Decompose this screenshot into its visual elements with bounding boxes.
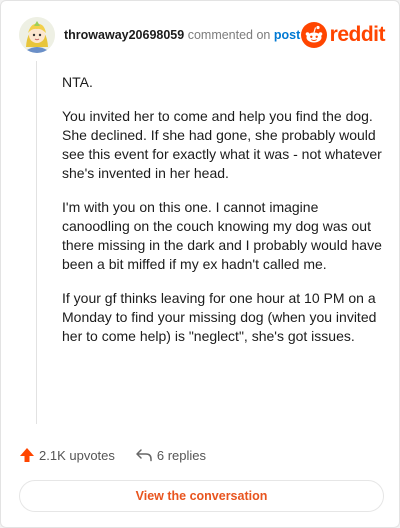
- comment-card: throwaway20698059 commented on post redd…: [0, 0, 400, 528]
- comment-paragraph: If your gf thinks leaving for one hour a…: [62, 290, 377, 344]
- upvote-button[interactable]: 2.1K upvotes: [19, 447, 115, 463]
- comment-meta: throwaway20698059 commented on post: [64, 27, 300, 43]
- upvote-count: 2.1K upvotes: [39, 447, 115, 463]
- thread-line: [36, 61, 37, 424]
- comment-paragraph: You invited her to come and help you fin…: [62, 108, 382, 181]
- reddit-logo-icon: [300, 22, 327, 48]
- avatar[interactable]: [19, 17, 55, 53]
- post-link[interactable]: post: [274, 28, 300, 42]
- reddit-brand[interactable]: reddit: [300, 20, 386, 50]
- comment-header: throwaway20698059 commented on post redd…: [19, 17, 386, 53]
- replies-button[interactable]: 6 replies: [135, 447, 206, 463]
- reply-arrow-icon: [136, 449, 152, 462]
- comment-paragraph: NTA.: [62, 74, 93, 90]
- username[interactable]: throwaway20698059: [64, 28, 184, 42]
- reddit-wordmark: reddit: [329, 23, 386, 46]
- commented-on-text: commented on: [187, 28, 271, 42]
- reply-count: 6 replies: [156, 447, 207, 463]
- comment-actions: 2.1K upvotes 6 replies: [19, 445, 206, 465]
- comment-paragraph: I'm with you on this one. I cannot imagi…: [62, 199, 382, 272]
- upvote-arrow-icon: [20, 448, 34, 462]
- comment-body: NTA. You invited her to come and help yo…: [62, 73, 384, 361]
- view-conversation-button[interactable]: View the conversation: [19, 480, 384, 512]
- avatar-icon: [19, 17, 55, 53]
